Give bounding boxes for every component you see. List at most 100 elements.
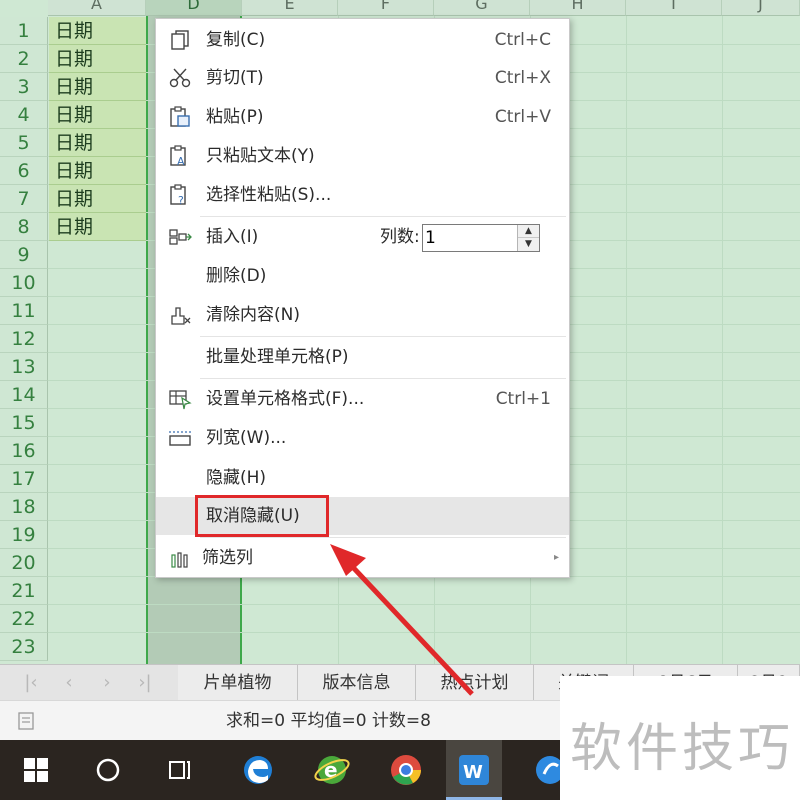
row-header[interactable]: 13 xyxy=(0,353,48,381)
row-header[interactable]: 9 xyxy=(0,241,48,269)
column-width-icon xyxy=(169,431,191,446)
cell-a8[interactable]: 日期 xyxy=(49,213,146,241)
row-header[interactable]: 14 xyxy=(0,381,48,409)
menu-item-paste-special[interactable]: ? 选择性粘贴(S)... xyxy=(156,176,569,214)
row-header[interactable]: 6 xyxy=(0,157,48,185)
ie-browser-icon[interactable]: e xyxy=(304,740,360,800)
windows-start-icon[interactable] xyxy=(8,740,64,800)
row-header[interactable]: 10 xyxy=(0,269,48,297)
row-header[interactable]: 11 xyxy=(0,297,48,325)
menu-item-cut[interactable]: 剪切(T) Ctrl+X xyxy=(156,59,569,97)
row-header[interactable]: 17 xyxy=(0,465,48,493)
menu-item-column-width[interactable]: 列宽(W)... xyxy=(156,419,569,457)
cell-a7[interactable]: 日期 xyxy=(49,185,146,213)
menu-item-hide[interactable]: 隐藏(H) xyxy=(156,459,569,497)
svg-text:?: ? xyxy=(178,194,184,206)
first-sheet-icon[interactable]: |‹ xyxy=(20,671,42,695)
column-header-j[interactable]: J xyxy=(722,0,800,16)
column-header-i[interactable]: I xyxy=(626,0,722,16)
row-header[interactable]: 22 xyxy=(0,605,48,633)
row-header[interactable]: 4 xyxy=(0,101,48,129)
stepper-up-icon[interactable]: ▲ xyxy=(518,225,539,238)
row-header[interactable]: 15 xyxy=(0,409,48,437)
menu-item-paste[interactable]: 粘贴(P) Ctrl+V xyxy=(156,98,569,136)
stepper-buttons: ▲ ▼ xyxy=(517,225,539,251)
menu-label: 选择性粘贴(S)... xyxy=(206,185,332,205)
menu-label: 删除(D) xyxy=(206,266,267,286)
row-header[interactable]: 18 xyxy=(0,493,48,521)
cell-a2[interactable]: 日期 xyxy=(49,45,146,73)
column-header-a[interactable]: A xyxy=(48,0,146,16)
row-header[interactable]: 21 xyxy=(0,577,48,605)
column-header-h[interactable]: H xyxy=(530,0,626,16)
menu-item-clear[interactable]: 清除内容(N) xyxy=(156,296,569,334)
filter-columns-icon xyxy=(171,552,188,568)
row-header[interactable]: 1 xyxy=(0,17,48,45)
menu-label: 清除内容(N) xyxy=(206,305,300,325)
column-header-f[interactable]: F xyxy=(338,0,434,16)
row-header[interactable]: 7 xyxy=(0,185,48,213)
task-view-icon[interactable] xyxy=(152,740,208,800)
prev-sheet-icon[interactable]: ‹ xyxy=(58,671,80,695)
row-header[interactable]: 19 xyxy=(0,521,48,549)
document-icon[interactable] xyxy=(16,711,40,731)
next-sheet-icon[interactable]: › xyxy=(96,671,118,695)
last-sheet-icon[interactable]: ›| xyxy=(134,671,156,695)
menu-label: 粘贴(P) xyxy=(206,107,264,127)
wps-office-icon[interactable]: W xyxy=(446,740,502,800)
row-header[interactable]: 2 xyxy=(0,45,48,73)
menu-item-batch-process[interactable]: 批量处理单元格(P) xyxy=(156,338,569,376)
menu-shortcut: Ctrl+C xyxy=(494,30,551,50)
cell-a5[interactable]: 日期 xyxy=(49,129,146,157)
insert-column-icon xyxy=(169,229,192,245)
row-header[interactable]: 3 xyxy=(0,73,48,101)
cell-a4[interactable]: 日期 xyxy=(49,101,146,129)
sheet-tab[interactable]: 热点计划 xyxy=(416,665,534,701)
cell-a1[interactable]: 日期 xyxy=(49,17,146,45)
menu-item-format-cells[interactable]: 设置单元格格式(F)... Ctrl+1 xyxy=(156,380,569,418)
menu-label: 剪切(T) xyxy=(206,68,264,88)
menu-separator xyxy=(200,378,566,379)
svg-text:A: A xyxy=(177,155,185,167)
highlight-box xyxy=(195,495,329,537)
menu-label: 插入(I) xyxy=(206,227,259,247)
menu-item-filter-columns[interactable]: 筛选列 ▸ xyxy=(156,539,569,577)
column-header-d[interactable]: D xyxy=(146,0,242,16)
menu-item-insert[interactable]: 插入(I) 列数: ▲ ▼ xyxy=(156,218,569,256)
column-count-input[interactable] xyxy=(425,226,515,250)
cell-a6[interactable]: 日期 xyxy=(49,157,146,185)
column-count-stepper[interactable]: ▲ ▼ xyxy=(422,224,540,252)
chrome-browser-icon[interactable] xyxy=(378,740,434,800)
watermark-text: 软件技巧 xyxy=(570,719,795,779)
sheet-tab[interactable]: 片单植物 xyxy=(178,665,298,701)
menu-shortcut: Ctrl+V xyxy=(494,107,551,127)
row-header[interactable]: 16 xyxy=(0,437,48,465)
copy-icon xyxy=(171,30,189,50)
menu-item-copy[interactable]: 复制(C) Ctrl+C xyxy=(156,21,569,59)
menu-label: 列宽(W)... xyxy=(206,428,287,448)
gridline xyxy=(722,16,723,664)
row-header[interactable]: 8 xyxy=(0,213,48,241)
status-summary: 求和=0 平均值=0 计数=8 xyxy=(226,711,431,731)
search-circle-icon[interactable] xyxy=(80,740,136,800)
menu-label: 复制(C) xyxy=(206,30,266,50)
svg-text:W: W xyxy=(463,762,483,783)
sheet-tab[interactable]: 版本信息 xyxy=(298,665,416,701)
menu-item-delete[interactable]: 删除(D) xyxy=(156,257,569,295)
menu-label: 设置单元格格式(F)... xyxy=(206,389,365,409)
column-header-e[interactable]: E xyxy=(242,0,338,16)
format-cells-icon xyxy=(169,390,192,410)
row-header[interactable]: 12 xyxy=(0,325,48,353)
menu-separator xyxy=(200,336,566,337)
row-header[interactable]: 23 xyxy=(0,633,48,661)
stepper-down-icon[interactable]: ▼ xyxy=(518,238,539,251)
watermark: 软件技巧 xyxy=(560,676,800,800)
row-header[interactable]: 5 xyxy=(0,129,48,157)
menu-shortcut: Ctrl+1 xyxy=(495,389,551,409)
cell-a3[interactable]: 日期 xyxy=(49,73,146,101)
edge-browser-icon[interactable] xyxy=(230,740,286,800)
menu-item-paste-text[interactable]: A 只粘贴文本(Y) xyxy=(156,137,569,175)
paste-text-icon: A xyxy=(170,145,186,167)
row-header[interactable]: 20 xyxy=(0,549,48,577)
column-header-g[interactable]: G xyxy=(434,0,530,16)
